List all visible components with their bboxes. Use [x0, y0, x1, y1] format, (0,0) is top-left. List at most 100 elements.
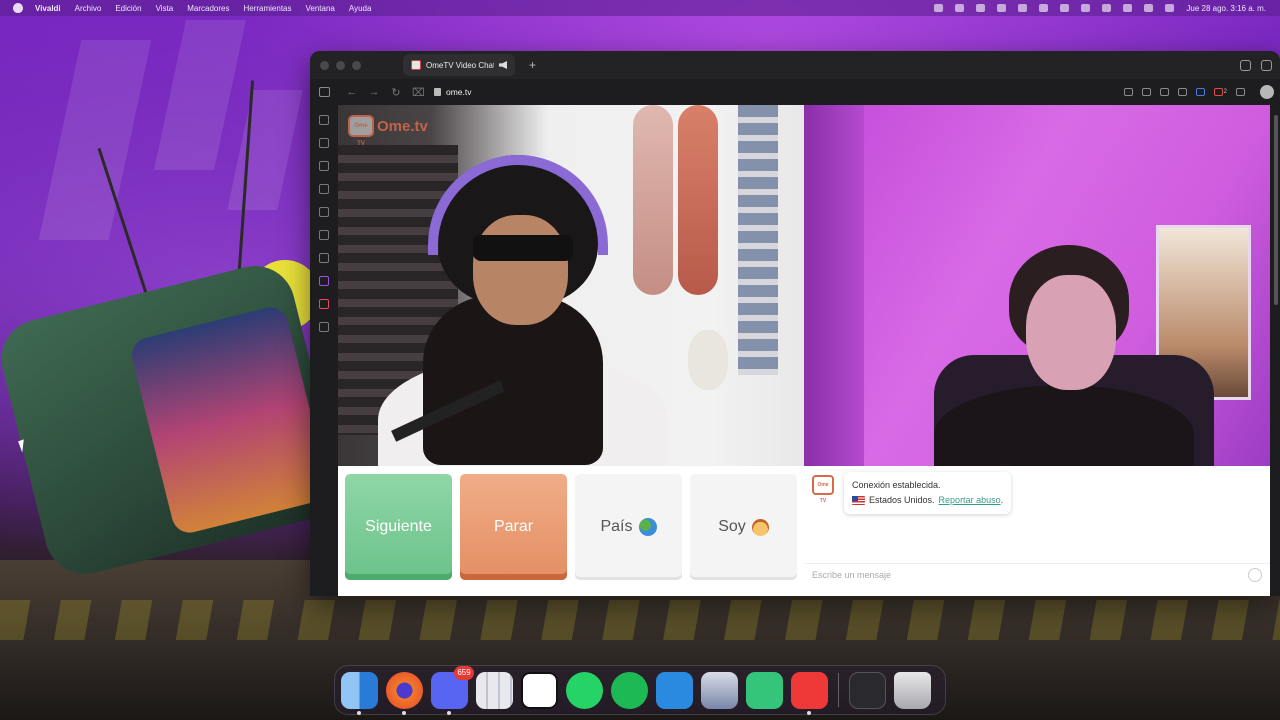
halloween-mask: [688, 330, 728, 390]
brush-icon[interactable]: [997, 4, 1007, 12]
ometv-favicon-icon: [411, 60, 421, 70]
connection-status: Conexión establecida.: [852, 480, 941, 490]
titlebar-actions: [1240, 59, 1272, 71]
bookmark-icon[interactable]: [1177, 88, 1187, 96]
back-button[interactable]: ←: [346, 86, 358, 98]
screen-share-icon[interactable]: [976, 4, 986, 12]
siri-icon[interactable]: [1165, 4, 1175, 12]
ublock-extension-icon[interactable]: [1213, 88, 1223, 96]
new-tab-button[interactable]: +: [529, 58, 536, 72]
url-field[interactable]: ome.tv: [434, 87, 472, 97]
skateboard-deck: [633, 105, 673, 295]
camera-icon[interactable]: [934, 4, 944, 12]
next-button[interactable]: Siguiente: [345, 474, 452, 580]
browser-tab-ometv[interactable]: OmeTV Video Chat –: [403, 54, 515, 76]
mastodon-panel-icon[interactable]: [319, 276, 329, 286]
reading-list-icon[interactable]: [319, 230, 329, 240]
close-window-button[interactable]: [320, 60, 329, 70]
scrollbar-thumb[interactable]: [1274, 115, 1278, 305]
profile-avatar[interactable]: [1260, 85, 1274, 99]
emoji-picker-icon[interactable]: [1248, 567, 1262, 582]
tab-tiling-icon[interactable]: [1195, 88, 1205, 96]
stranger-webcam-video: [804, 105, 1270, 466]
dock-streaming-app-icon[interactable]: [849, 671, 886, 709]
menu-herramientas[interactable]: Herramientas: [243, 4, 291, 13]
dock-vivaldi-icon[interactable]: [791, 671, 828, 715]
dock-notion-icon[interactable]: [521, 671, 558, 709]
menu-vista[interactable]: Vista: [156, 4, 174, 13]
menu-clock[interactable]: Jue 28 ago. 3:16 a. m.: [1186, 4, 1266, 13]
downloads-panel-icon[interactable]: [319, 138, 329, 148]
bluetooth-icon[interactable]: [1018, 4, 1028, 12]
globe-icon: [638, 518, 657, 536]
input-source-icon[interactable]: [1060, 4, 1070, 12]
notes-panel-icon[interactable]: [319, 184, 329, 194]
wallpaper-stripes: [0, 600, 1280, 640]
running-indicator: [447, 710, 451, 715]
stop-button[interactable]: Parar: [460, 474, 567, 580]
lock-icon[interactable]: [1039, 4, 1049, 12]
extension-icon[interactable]: [1159, 88, 1169, 96]
trash-tabs-icon[interactable]: [1240, 59, 1251, 71]
stranger-country: Estados Unidos.: [869, 495, 935, 505]
menu-edicion[interactable]: Edición: [115, 4, 141, 13]
control-center-icon[interactable]: [1144, 4, 1154, 12]
apple-logo-icon[interactable]: [13, 3, 23, 13]
ometv-logo: Ome TV Ome.tv: [348, 115, 428, 147]
camera-permission-icon[interactable]: [1123, 88, 1133, 96]
add-web-panel-icon[interactable]: [319, 322, 329, 332]
dock-discord-icon[interactable]: 659: [431, 665, 474, 715]
history-panel-icon[interactable]: [319, 161, 329, 171]
wallpaper-shape: [227, 90, 303, 210]
message-input[interactable]: [812, 569, 1248, 580]
gender-select-button[interactable]: Soy: [690, 474, 797, 580]
dock-firefox-icon[interactable]: [386, 671, 423, 715]
vivaldi-panel-icon[interactable]: [319, 299, 329, 309]
running-indicator: [402, 710, 406, 715]
dock-launchpad-icon[interactable]: [476, 671, 513, 709]
shield-icon[interactable]: ⌧: [412, 86, 425, 99]
dock-finder-icon[interactable]: [341, 671, 378, 715]
reload-button[interactable]: ↻: [390, 86, 402, 99]
translate-panel-icon[interactable]: [319, 207, 329, 217]
wifi-icon[interactable]: [1102, 4, 1112, 12]
chat-controls: Siguiente Parar País Soy: [338, 466, 804, 596]
dock-preview-icon[interactable]: [701, 671, 738, 709]
menu-ayuda[interactable]: Ayuda: [349, 4, 372, 13]
menu-app-name[interactable]: Vivaldi: [35, 4, 61, 13]
tab-title: OmeTV Video Chat –: [426, 60, 494, 70]
country-filter-button[interactable]: País: [575, 474, 682, 580]
search-icon[interactable]: [1123, 4, 1133, 12]
dock-whatsapp-icon[interactable]: [566, 671, 603, 709]
sync-cloud-icon[interactable]: [1261, 59, 1272, 71]
dock-trash-icon[interactable]: [894, 671, 931, 709]
report-abuse-link[interactable]: Reportar abuso: [939, 495, 1001, 505]
panel-toggle-icon[interactable]: [319, 87, 330, 97]
zoom-window-button[interactable]: [352, 60, 361, 70]
browser-window: OmeTV Video Chat – + ← → ↻ ⌧ ome.tv 2: [310, 51, 1280, 596]
dock-kick-icon[interactable]: [746, 671, 783, 709]
address-bar: ← → ↻ ⌧ ome.tv 2: [310, 79, 1280, 105]
record-icon[interactable]: [955, 4, 965, 12]
soy-button-label: Soy: [718, 518, 746, 535]
dock-vscode-icon[interactable]: [656, 671, 693, 709]
page-scrollbar[interactable]: [1272, 105, 1280, 596]
audio-playing-icon[interactable]: [499, 61, 507, 69]
minimize-window-button[interactable]: [336, 60, 345, 70]
room-door: [804, 105, 864, 466]
reader-view-icon[interactable]: [1141, 88, 1151, 96]
extensions-menu-icon[interactable]: [1236, 88, 1245, 96]
menu-ventana[interactable]: Ventana: [306, 4, 335, 13]
forward-button[interactable]: →: [368, 86, 380, 98]
toy-shelf: [738, 105, 778, 375]
wallpaper-shape: [38, 40, 152, 240]
bookmarks-panel-icon[interactable]: [319, 115, 329, 125]
menu-marcadores[interactable]: Marcadores: [187, 4, 229, 13]
dock-spotify-icon[interactable]: [611, 671, 648, 709]
local-webcam-video: Ome TV Ome.tv: [338, 105, 804, 466]
window-panel-icon[interactable]: [319, 253, 329, 263]
us-flag-icon: [852, 496, 865, 505]
menu-archivo[interactable]: Archivo: [75, 4, 102, 13]
battery-icon[interactable]: [1081, 4, 1091, 12]
side-panel: [310, 105, 338, 596]
